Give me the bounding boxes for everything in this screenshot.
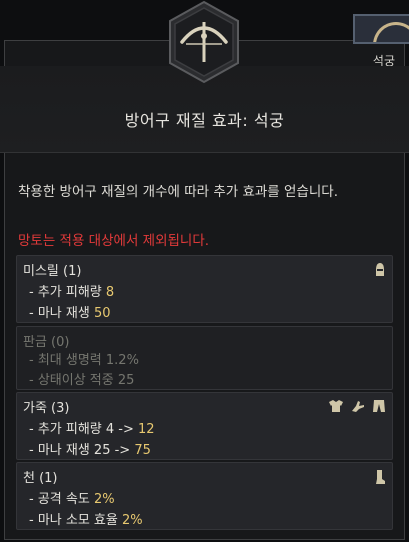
material-section-leather: 가죽 (3) - 추가 피해량 4 -> 12 - 마나 재생 25 -> 75 bbox=[16, 392, 393, 460]
tooltip-title: 방어구 재질 효과: 석궁 bbox=[124, 111, 285, 130]
effect-line: - 공격 속도 2% bbox=[29, 492, 115, 507]
material-section-cloth: 천 (1) - 공격 속도 2% - 마나 소모 효율 2% bbox=[16, 462, 393, 530]
material-name: 판금 (0) bbox=[23, 335, 70, 350]
material-section-plate: 판금 (0) - 최대 생명력 1.2% - 상태이상 적중 25 bbox=[16, 326, 393, 390]
material-name: 천 (1) bbox=[23, 471, 58, 486]
effect-line: - 추가 피해량 4 -> 12 bbox=[29, 422, 155, 437]
effect-line: - 최대 생명력 1.2% bbox=[29, 353, 139, 368]
crossbow-emblem-icon bbox=[169, 0, 239, 84]
material-name: 미스릴 (1) bbox=[23, 264, 82, 279]
material-name: 가죽 (3) bbox=[23, 401, 70, 416]
effect-line: - 추가 피해량 8 bbox=[29, 285, 115, 300]
chest-armor-icon bbox=[329, 400, 343, 412]
pants-icon bbox=[373, 400, 385, 412]
cloak-exclusion-warning: 망토는 적용 대상에서 제외됩니다. bbox=[18, 233, 210, 249]
helmet-icon bbox=[376, 263, 384, 276]
effect-value: 1.2% bbox=[105, 353, 139, 368]
effect-value: 25 bbox=[117, 373, 135, 388]
boots-icon bbox=[376, 470, 385, 484]
effect-line: - 상태이상 적중 25 bbox=[29, 373, 135, 388]
effect-value: 75 bbox=[134, 443, 151, 458]
effect-value: 2% bbox=[121, 513, 143, 528]
effect-value: 2% bbox=[93, 492, 115, 507]
effect-line: - 마나 재생 50 bbox=[29, 306, 111, 321]
effect-value: 8 bbox=[105, 285, 115, 300]
effect-value: 50 bbox=[93, 306, 111, 321]
effect-description: 착용한 방어구 재질의 개수에 따라 추가 효과를 얻습니다. bbox=[18, 184, 338, 200]
effect-line: - 마나 재생 25 -> 75 bbox=[29, 443, 151, 458]
effect-line: - 마나 소모 효율 2% bbox=[29, 513, 143, 528]
gloves-icon bbox=[352, 401, 364, 412]
equipped-item-slot[interactable] bbox=[353, 14, 409, 44]
material-section-mithril: 미스릴 (1) - 추가 피해량 8 - 마나 재생 50 bbox=[16, 255, 393, 323]
effect-value: 12 bbox=[138, 422, 155, 437]
